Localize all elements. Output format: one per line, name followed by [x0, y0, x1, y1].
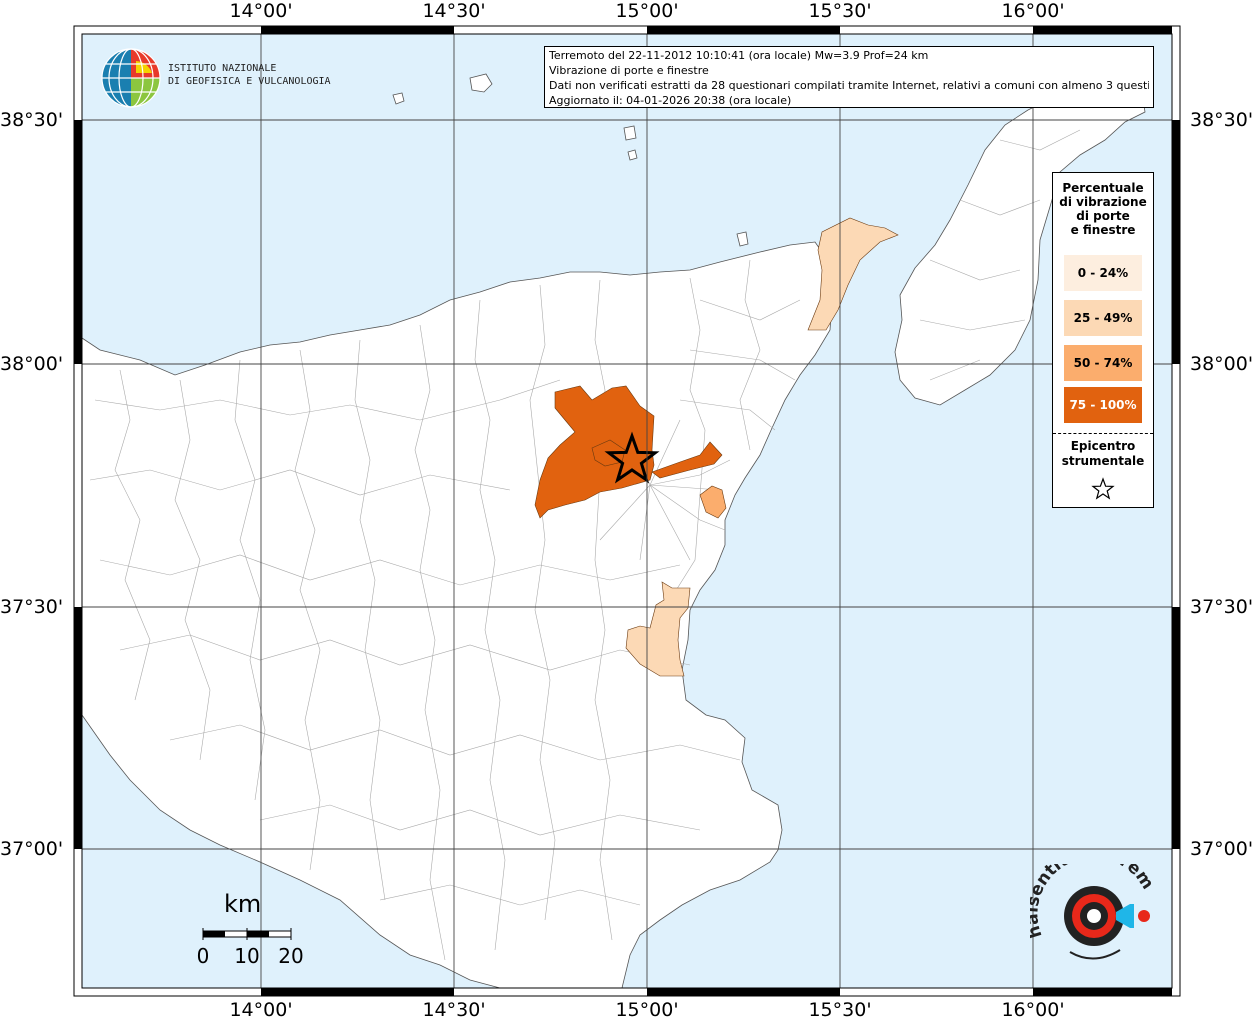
legend: Percentuale di vibrazione di porte e fin… — [1052, 172, 1154, 508]
legend-class-25-49: 25 - 49% — [1064, 300, 1142, 336]
lat-label-right-3: 37°30' — [1190, 596, 1254, 618]
legend-title-line: di vibrazione — [1059, 195, 1147, 209]
haisentito-logo-icon: haisentitoilterremoto.it — [1030, 864, 1158, 960]
lat-label-right-4: 37°00' — [1190, 838, 1254, 860]
legend-epicenter-line: strumentale — [1061, 454, 1145, 468]
ingv-line2: DI GEOFISICA E VULCANOLOGIA — [168, 76, 331, 87]
scale-bar — [202, 928, 292, 940]
lon-label-top-2: 14°30' — [422, 0, 486, 22]
lat-label-left-2: 38°00' — [0, 353, 64, 375]
lon-label-bottom-2: 14°30' — [422, 999, 486, 1021]
scale-tick-10: 10 — [234, 944, 260, 968]
lon-label-top-3: 15°00' — [615, 0, 679, 22]
legend-star-icon — [1091, 477, 1115, 500]
ingv-logo-text: ISTITUTO NAZIONALE DI GEOFISICA E VULCAN… — [168, 62, 331, 88]
legend-title: Percentuale di vibrazione di porte e fin… — [1053, 181, 1153, 237]
info-event: Terremoto del 22-11-2012 10:10:41 (ora l… — [549, 49, 929, 62]
lon-label-bottom-5: 16°00' — [1001, 999, 1065, 1021]
lon-label-bottom-1: 14°00' — [229, 999, 293, 1021]
scale-tick-0: 0 — [196, 944, 210, 968]
legend-separator — [1053, 433, 1153, 434]
lon-label-top-5: 16°00' — [1001, 0, 1065, 22]
earthquake-info-box: Terremoto del 22-11-2012 10:10:41 (ora l… — [544, 46, 1154, 108]
legend-title-line: e finestre — [1070, 223, 1136, 237]
legend-epicenter-line: Epicentro — [1070, 439, 1136, 453]
aeolian-island-vulcano — [627, 149, 638, 161]
lon-label-top-4: 15°30' — [808, 0, 872, 22]
lat-label-left-4: 37°00' — [0, 838, 64, 860]
lon-label-bottom-3: 15°00' — [615, 999, 679, 1021]
lat-label-right-1: 38°30' — [1190, 109, 1254, 131]
lat-label-left-1: 38°30' — [0, 109, 64, 131]
legend-title-line: Percentuale — [1062, 181, 1144, 195]
aeolian-island-panarea — [623, 125, 637, 141]
ingv-globe-icon — [101, 48, 161, 108]
lat-label-left-3: 37°30' — [0, 596, 64, 618]
lon-label-bottom-4: 15°30' — [808, 999, 872, 1021]
legend-class-0-24: 0 - 24% — [1064, 255, 1142, 291]
lon-label-top-1: 14°00' — [229, 0, 293, 22]
lat-label-right-2: 38°00' — [1190, 353, 1254, 375]
info-updated: Aggiornato il: 04-01-2026 20:38 (ora loc… — [549, 94, 792, 107]
legend-class-75-100: 75 - 100% — [1064, 387, 1142, 423]
info-parameter: Vibrazione di porte e finestre — [549, 64, 709, 77]
ingv-line1: ISTITUTO NAZIONALE — [168, 63, 277, 74]
legend-class-50-74: 50 - 74% — [1064, 345, 1142, 381]
info-source: Dati non verificati estratti da 28 quest… — [549, 79, 1149, 92]
legend-epicenter-label: Epicentro strumentale — [1053, 439, 1153, 469]
legend-title-line: di porte — [1076, 209, 1130, 223]
scale-tick-20: 20 — [278, 944, 304, 968]
